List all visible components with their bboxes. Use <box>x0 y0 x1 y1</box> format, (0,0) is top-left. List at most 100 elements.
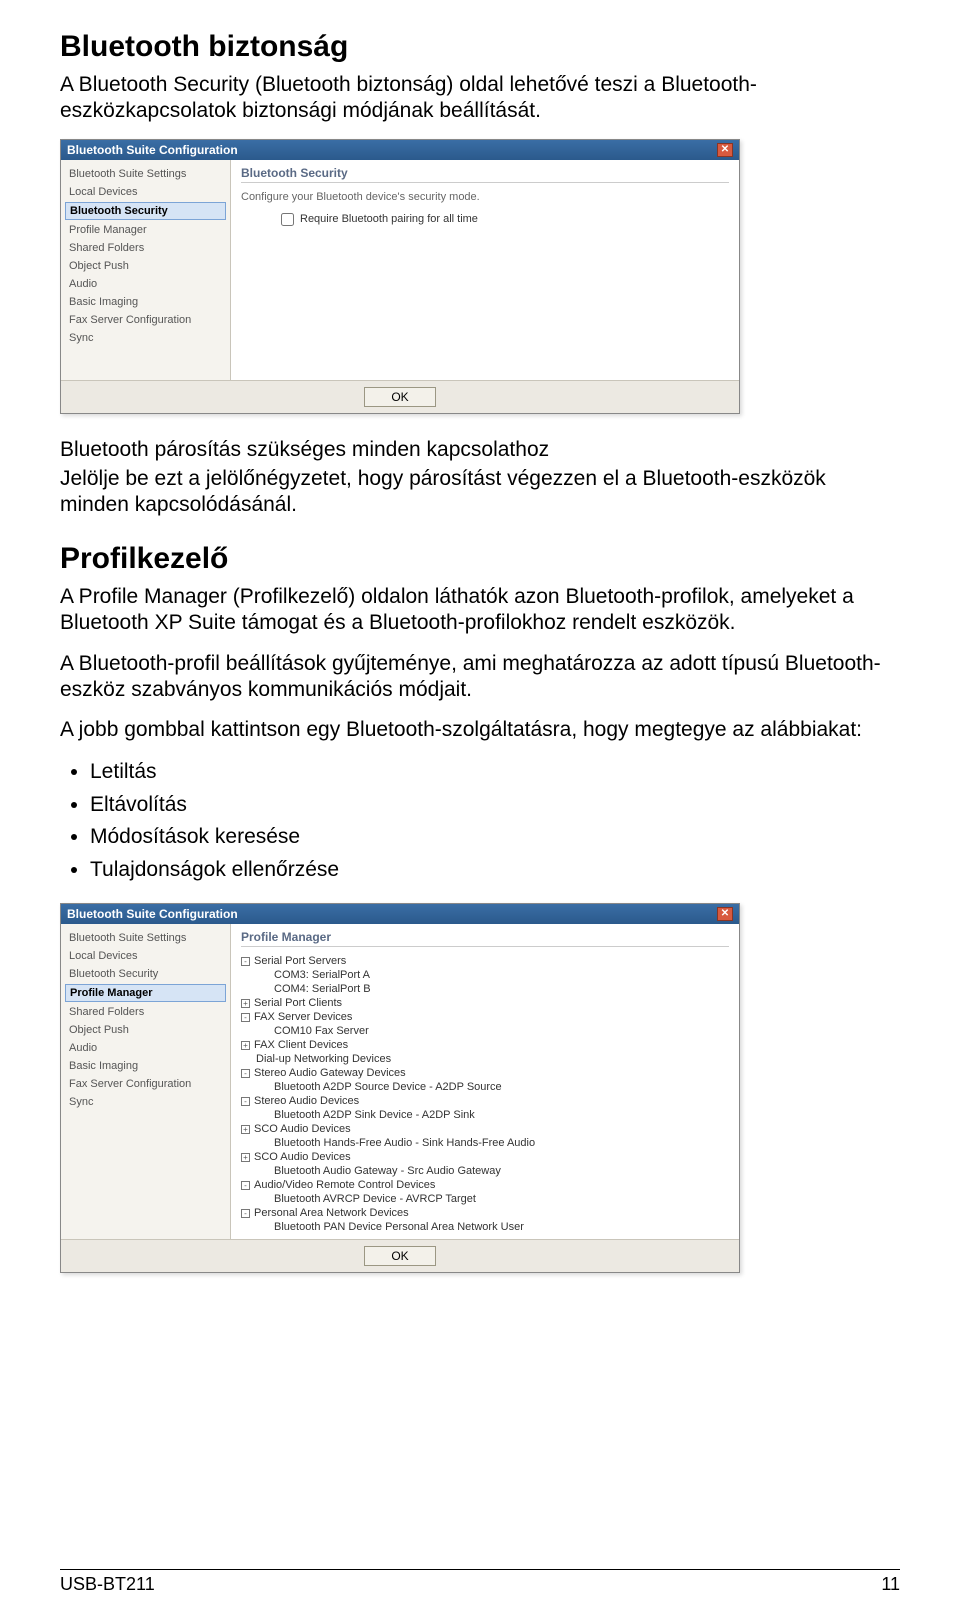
sidebar-item[interactable]: Basic Imaging <box>65 294 226 310</box>
tree-label: Bluetooth A2DP Sink Device - A2DP Sink <box>274 1109 475 1121</box>
tree-label: Bluetooth Hands-Free Audio - Sink Hands-… <box>274 1137 535 1149</box>
tree-label: Bluetooth AVRCP Device - AVRCP Target <box>274 1193 476 1205</box>
tree-row[interactable]: + SCO Audio Devices <box>241 1151 729 1163</box>
collapse-icon[interactable]: - <box>241 1069 250 1078</box>
tree-label: FAX Server Devices <box>254 1011 352 1023</box>
tree-label: SCO Audio Devices <box>254 1123 351 1135</box>
tree-row[interactable]: -Stereo Audio Gateway Devices <box>241 1067 729 1079</box>
tree-label: COM4: SerialPort B <box>274 983 371 995</box>
tree-row[interactable]: Bluetooth Hands-Free Audio - Sink Hands-… <box>241 1137 729 1149</box>
dialog-title: Bluetooth Suite Configuration <box>67 143 238 157</box>
collapse-icon[interactable]: - <box>241 1209 250 1218</box>
sidebar: Bluetooth Suite Settings Local Devices Blu… <box>61 924 231 1239</box>
tree-row[interactable]: + Serial Port Clients <box>241 997 729 1009</box>
profile-tree: -Serial Port ServersCOM3: SerialPort ACO… <box>241 955 729 1233</box>
tree-label: Serial Port Clients <box>254 997 342 1009</box>
pm-text-2: A Bluetooth-profil beállítások gyűjtemén… <box>60 651 900 704</box>
sidebar-item[interactable]: Shared Folders <box>65 1004 226 1020</box>
tree-row[interactable]: Dial-up Networking Devices <box>241 1053 729 1065</box>
sidebar-item[interactable]: Object Push <box>65 258 226 274</box>
sidebar-item[interactable]: Audio <box>65 276 226 292</box>
intro-bluetooth-security: A Bluetooth Security (Bluetooth biztonsá… <box>60 72 900 125</box>
sidebar-item[interactable]: Fax Server Configuration <box>65 312 226 328</box>
tree-label: Bluetooth A2DP Source Device - A2DP Sour… <box>274 1081 502 1093</box>
tree-label: Bluetooth Audio Gateway - Src Audio Gate… <box>274 1165 501 1177</box>
tree-row[interactable]: -Stereo Audio Devices <box>241 1095 729 1107</box>
panel-title: Bluetooth Security <box>241 166 729 183</box>
tree-row[interactable]: Bluetooth PAN Device Personal Area Netwo… <box>241 1221 729 1233</box>
tree-row[interactable]: -Personal Area Network Devices <box>241 1207 729 1219</box>
sidebar-item[interactable]: Bluetooth Suite Settings <box>65 930 226 946</box>
collapse-icon[interactable]: - <box>241 1181 250 1190</box>
sidebar-item[interactable]: Sync <box>65 1094 226 1110</box>
tree-row[interactable]: + SCO Audio Devices <box>241 1123 729 1135</box>
sidebar-item[interactable]: Local Devices <box>65 184 226 200</box>
pm-bullets: LetiltásEltávolításMódosítások kereséseT… <box>90 757 900 885</box>
tree-row[interactable]: Bluetooth A2DP Source Device - A2DP Sour… <box>241 1081 729 1093</box>
main-panel: Bluetooth Security Configure your Blueto… <box>231 160 739 380</box>
tree-row[interactable]: Bluetooth Audio Gateway - Src Audio Gate… <box>241 1165 729 1177</box>
pairing-text: Jelölje be ezt a jelölőnégyzetet, hogy p… <box>60 466 900 519</box>
expand-icon[interactable]: + <box>241 1041 250 1050</box>
dialog-profile-manager: Bluetooth Suite Configuration ✕ Bluetoot… <box>60 903 740 1273</box>
sidebar-item[interactable]: Sync <box>65 330 226 346</box>
tree-row[interactable]: -Audio/Video Remote Control Devices <box>241 1179 729 1191</box>
main-panel: Profile Manager -Serial Port ServersCOM3… <box>231 924 739 1239</box>
collapse-icon[interactable]: - <box>241 1097 250 1106</box>
tree-label: COM10 Fax Server <box>274 1025 369 1037</box>
sidebar-item[interactable]: Bluetooth Suite Settings <box>65 166 226 182</box>
tree-row[interactable]: COM10 Fax Server <box>241 1025 729 1037</box>
tree-label: COM3: SerialPort A <box>274 969 370 981</box>
tree-label: SCO Audio Devices <box>254 1151 351 1163</box>
sidebar-item[interactable]: Shared Folders <box>65 240 226 256</box>
heading-bluetooth-security: Bluetooth biztonság <box>60 30 900 64</box>
expand-icon[interactable]: + <box>241 1125 250 1134</box>
sidebar: Bluetooth Suite Settings Local Devices Blu… <box>61 160 231 380</box>
list-item: Letiltás <box>90 757 900 787</box>
footer-model: USB-BT211 <box>60 1574 155 1595</box>
footer-page-number: 11 <box>881 1574 900 1595</box>
tree-row[interactable]: COM4: SerialPort B <box>241 983 729 995</box>
sidebar-item[interactable]: Fax Server Configuration <box>65 1076 226 1092</box>
sidebar-item[interactable]: Local Devices <box>65 948 226 964</box>
collapse-icon[interactable]: - <box>241 1013 250 1022</box>
pm-text-3: A jobb gombbal kattintson egy Bluetooth-… <box>60 717 900 743</box>
close-icon[interactable]: ✕ <box>717 143 733 157</box>
collapse-icon[interactable]: - <box>241 957 250 966</box>
tree-row[interactable]: -Serial Port Servers <box>241 955 729 967</box>
checkbox-label: Require Bluetooth pairing for all time <box>300 213 478 225</box>
expand-icon[interactable]: + <box>241 999 250 1008</box>
sidebar-item[interactable]: Audio <box>65 1040 226 1056</box>
ok-button[interactable]: OK <box>364 1246 436 1266</box>
sidebar-item[interactable]: Bluetooth Security <box>65 966 226 982</box>
sidebar-item[interactable]: Profile Manager <box>65 984 226 1002</box>
sidebar-item[interactable]: Basic Imaging <box>65 1058 226 1074</box>
tree-label: FAX Client Devices <box>254 1039 348 1051</box>
close-icon[interactable]: ✕ <box>717 907 733 921</box>
tree-label: Stereo Audio Devices <box>254 1095 359 1107</box>
list-item: Módosítások keresése <box>90 822 900 852</box>
tree-row[interactable]: Bluetooth A2DP Sink Device - A2DP Sink <box>241 1109 729 1121</box>
heading-profile-manager: Profilkezelő <box>60 542 900 576</box>
pm-text-1: A Profile Manager (Profilkezelő) oldalon… <box>60 584 900 637</box>
titlebar: Bluetooth Suite Configuration ✕ <box>61 140 739 160</box>
expand-icon[interactable]: + <box>241 1153 250 1162</box>
list-item: Tulajdonságok ellenőrzése <box>90 855 900 885</box>
tree-row[interactable]: COM3: SerialPort A <box>241 969 729 981</box>
ok-button[interactable]: OK <box>364 387 436 407</box>
pairing-checkbox[interactable] <box>281 213 294 226</box>
dialog-title: Bluetooth Suite Configuration <box>67 907 238 921</box>
tree-row[interactable]: Bluetooth AVRCP Device - AVRCP Target <box>241 1193 729 1205</box>
tree-label: Serial Port Servers <box>254 955 346 967</box>
tree-label: Audio/Video Remote Control Devices <box>254 1179 435 1191</box>
page-footer: USB-BT211 11 <box>60 1569 900 1595</box>
sidebar-item[interactable]: Profile Manager <box>65 222 226 238</box>
tree-label: Bluetooth PAN Device Personal Area Netwo… <box>274 1221 524 1233</box>
panel-desc: Configure your Bluetooth device's securi… <box>241 191 729 203</box>
subheading-pairing: Bluetooth párosítás szükséges minden kap… <box>60 438 900 462</box>
sidebar-item[interactable]: Object Push <box>65 1022 226 1038</box>
tree-row[interactable]: -FAX Server Devices <box>241 1011 729 1023</box>
sidebar-item[interactable]: Bluetooth Security <box>65 202 226 220</box>
dialog-bt-security: Bluetooth Suite Configuration ✕ Bluetoot… <box>60 139 740 414</box>
tree-row[interactable]: + FAX Client Devices <box>241 1039 729 1051</box>
